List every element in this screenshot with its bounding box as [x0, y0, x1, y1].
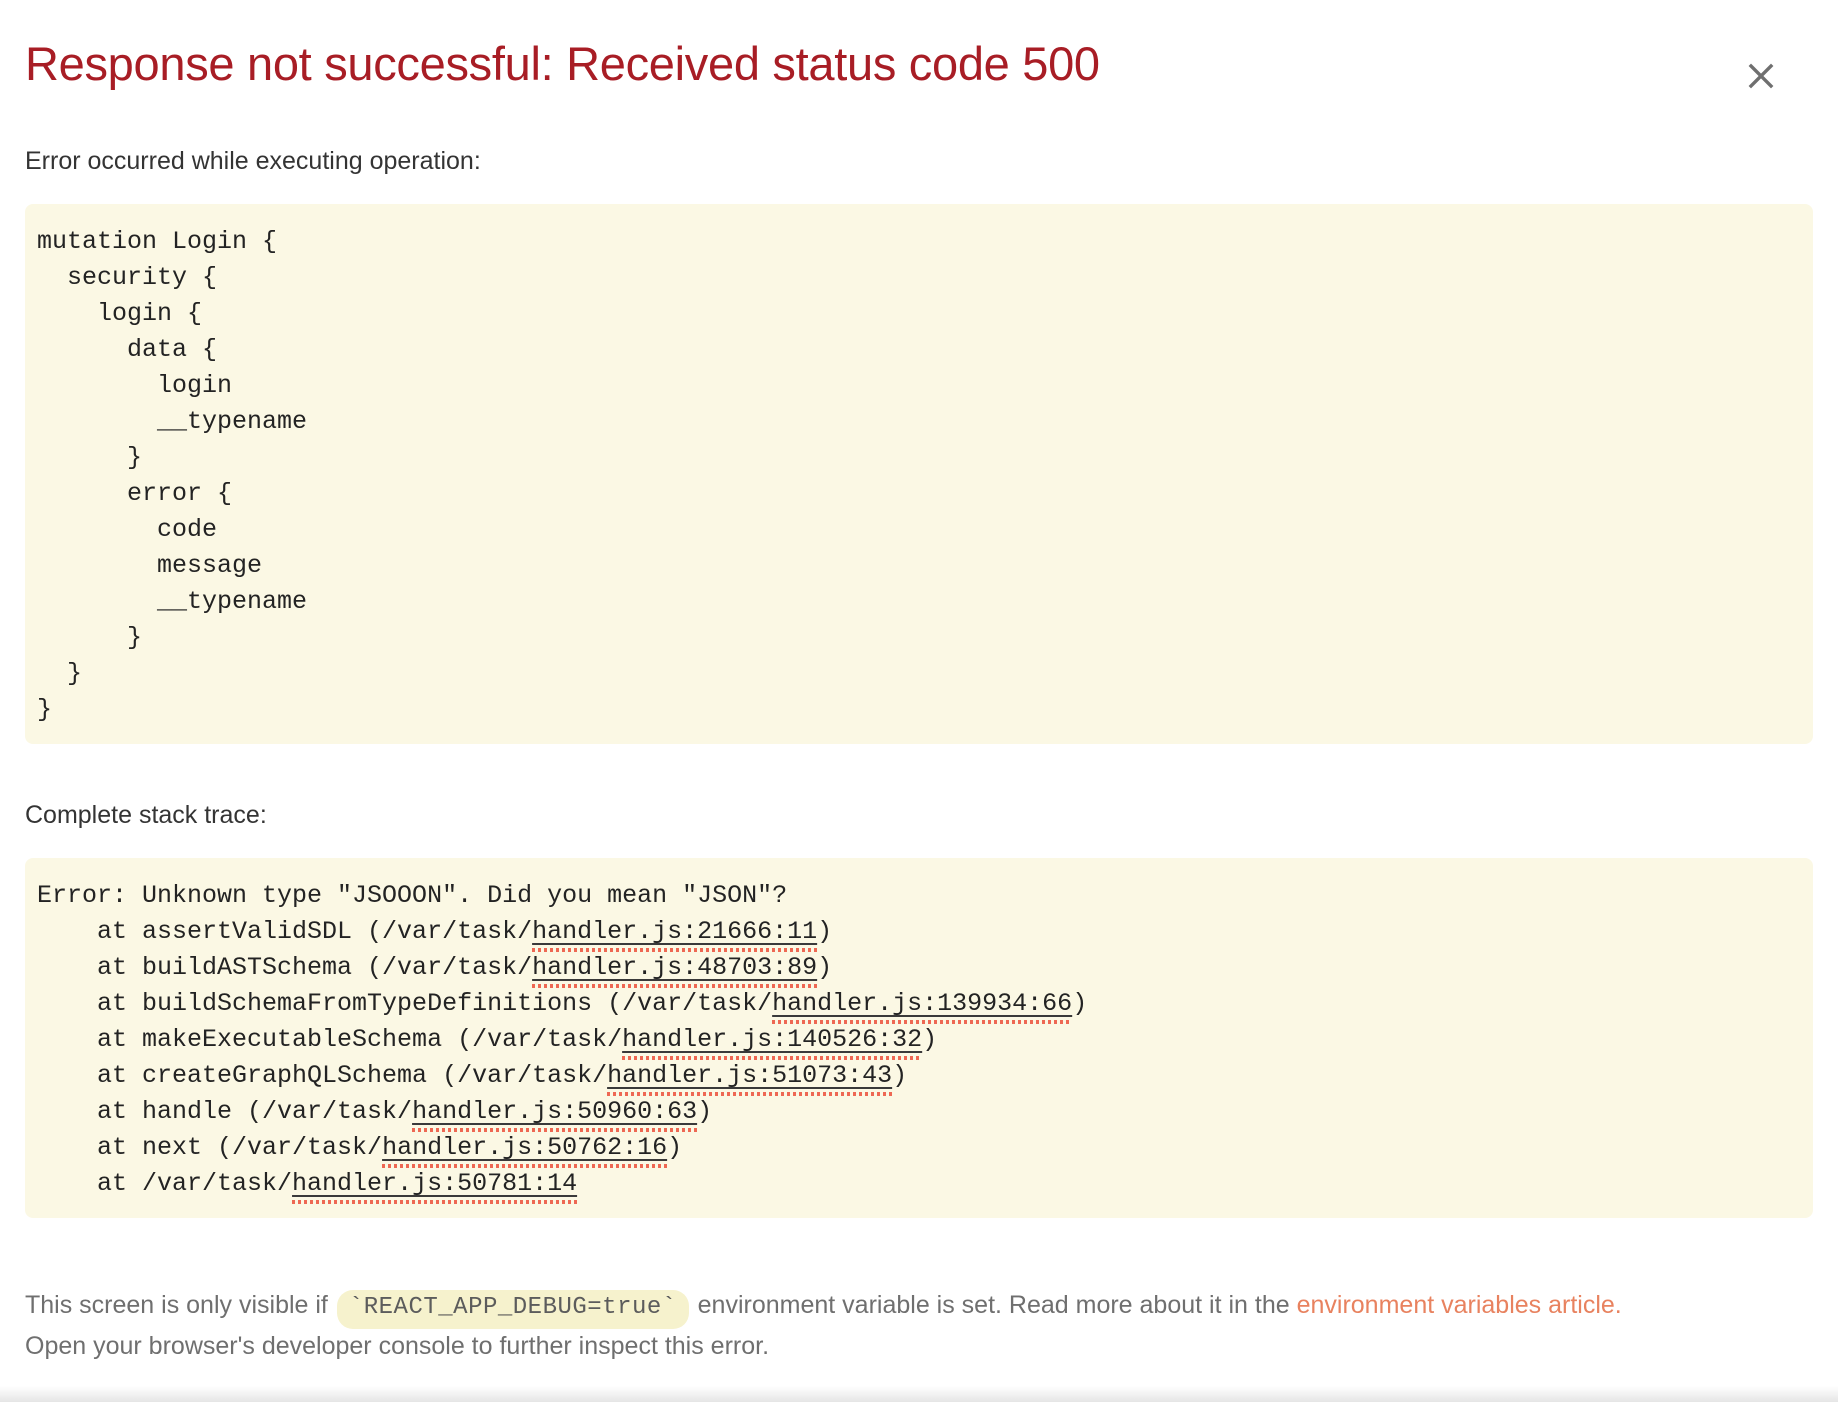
stack-trace-line: at /var/task/handler.js:50781:14: [37, 1166, 1797, 1202]
stack-text: at createGraphQLSchema (/var/task/: [37, 1061, 607, 1090]
environment-variables-link[interactable]: environment variables article: [1297, 1291, 1615, 1319]
error-dialog: Response not successful: Received status…: [0, 0, 1838, 1402]
stack-trace-heading: Complete stack trace:: [25, 800, 1813, 830]
dialog-header: Response not successful: Received status…: [25, 38, 1813, 90]
operation-code-block: mutation Login { security { login { data…: [25, 204, 1813, 744]
stack-trace-line: at buildSchemaFromTypeDefinitions (/var/…: [37, 986, 1797, 1022]
stack-file-location: handler.js:50781:14: [292, 1169, 577, 1204]
stack-text: Error: Unknown type "JSOOON". Did you me…: [37, 881, 787, 910]
stack-text: at makeExecutableSchema (/var/task/: [37, 1025, 622, 1054]
stack-text: at /var/task/: [37, 1169, 292, 1198]
stack-text: at buildSchemaFromTypeDefinitions (/var/…: [37, 989, 772, 1018]
debug-footer: This screen is only visible if `REACT_AP…: [25, 1288, 1813, 1363]
stack-text: at next (/var/task/: [37, 1133, 382, 1162]
stack-text: ): [667, 1133, 682, 1162]
stack-file-location: handler.js:140526:32: [622, 1025, 922, 1060]
stack-text: ): [817, 953, 832, 982]
close-icon: [1744, 59, 1778, 93]
stack-text: ): [697, 1097, 712, 1126]
stack-trace-line: at createGraphQLSchema (/var/task/handle…: [37, 1058, 1797, 1094]
stack-text: at assertValidSDL (/var/task/: [37, 917, 532, 946]
stack-file-location: handler.js:50762:16: [382, 1133, 667, 1168]
stack-text: ): [892, 1061, 907, 1090]
stack-trace-line: at assertValidSDL (/var/task/handler.js:…: [37, 914, 1797, 950]
stack-trace-line: at next (/var/task/handler.js:50762:16): [37, 1130, 1797, 1166]
close-button[interactable]: [1737, 52, 1785, 100]
error-title: Response not successful: Received status…: [25, 38, 1813, 90]
footer-line-1: This screen is only visible if `REACT_AP…: [25, 1288, 1813, 1329]
stack-file-location: handler.js:21666:11: [532, 917, 817, 952]
bottom-edge-shadow: [0, 1386, 1838, 1402]
footer-text-before-badge: This screen is only visible if: [25, 1291, 328, 1319]
stack-trace-code-block: Error: Unknown type "JSOOON". Did you me…: [25, 858, 1813, 1218]
operation-heading: Error occurred while executing operation…: [25, 146, 1813, 176]
stack-text: ): [1072, 989, 1087, 1018]
stack-text: ): [817, 917, 832, 946]
stack-trace-line: at makeExecutableSchema (/var/task/handl…: [37, 1022, 1797, 1058]
stack-trace-line: at buildASTSchema (/var/task/handler.js:…: [37, 950, 1797, 986]
stack-file-location: handler.js:51073:43: [607, 1061, 892, 1096]
stack-trace-line: at handle (/var/task/handler.js:50960:63…: [37, 1094, 1797, 1130]
stack-text: ): [922, 1025, 937, 1054]
stack-text: at buildASTSchema (/var/task/: [37, 953, 532, 982]
footer-sentence-period: .: [1615, 1291, 1622, 1319]
stack-trace-line: Error: Unknown type "JSOOON". Did you me…: [37, 878, 1797, 914]
footer-line-2: Open your browser's developer console to…: [25, 1329, 1813, 1363]
env-var-badge: `REACT_APP_DEBUG=true`: [337, 1290, 689, 1329]
stack-file-location: handler.js:139934:66: [772, 989, 1072, 1024]
footer-text-after-badge: environment variable is set. Read more a…: [698, 1291, 1290, 1319]
stack-file-location: handler.js:50960:63: [412, 1097, 697, 1132]
stack-file-location: handler.js:48703:89: [532, 953, 817, 988]
stack-text: at handle (/var/task/: [37, 1097, 412, 1126]
